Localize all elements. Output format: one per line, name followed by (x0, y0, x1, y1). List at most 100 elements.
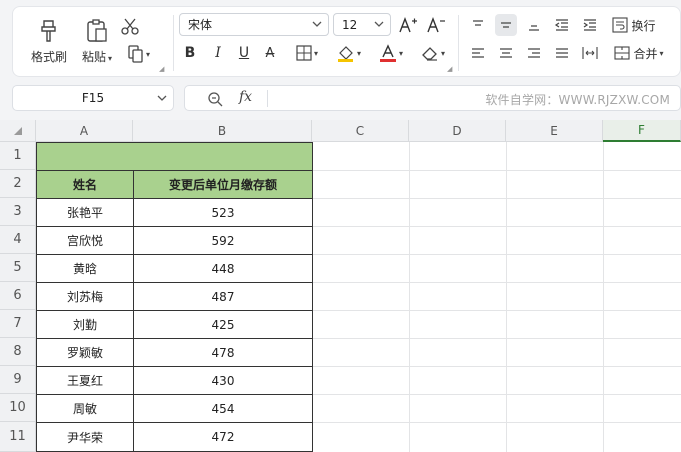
table-cell-name[interactable]: 罗颖敏 (36, 338, 134, 367)
table-cell-name[interactable]: 周敏 (36, 394, 134, 423)
row-header-10[interactable]: 10 (0, 394, 36, 422)
clear-format-button[interactable]: ▾ (415, 42, 451, 64)
row-header-2[interactable]: 2 (0, 170, 36, 198)
borders-button[interactable]: ▾ (289, 42, 325, 64)
row-header-8[interactable]: 8 (0, 338, 36, 366)
table-cell-name[interactable]: 王夏红 (36, 366, 134, 395)
decrease-indent-button[interactable] (551, 14, 573, 36)
increase-indent-button[interactable] (579, 14, 601, 36)
chevron-down-icon (312, 18, 322, 33)
chevron-down-icon (374, 18, 384, 33)
row-header-1[interactable]: 1 (0, 142, 36, 170)
underline-icon: U (238, 45, 250, 61)
zoom-function-icon[interactable] (207, 91, 223, 110)
align-left-button[interactable] (467, 42, 489, 64)
table-cell-amount[interactable]: 478 (133, 338, 313, 367)
cut-button[interactable] (119, 15, 141, 37)
merge-cells-button[interactable]: 合并 ▾ (609, 42, 669, 64)
align-bottom-button[interactable] (523, 14, 545, 36)
bold-button[interactable]: B (179, 42, 201, 64)
format-painter-icon (37, 18, 61, 44)
select-all-corner[interactable] (0, 120, 36, 142)
distribute-button[interactable] (579, 42, 601, 64)
paste-button[interactable]: 粘贴 ▾ (75, 13, 119, 69)
row-header-4[interactable]: 4 (0, 226, 36, 254)
column-header-f[interactable]: F (603, 120, 681, 142)
table-cell-amount[interactable]: 454 (133, 394, 313, 423)
table-cell-name[interactable]: 黄晗 (36, 254, 134, 283)
align-bottom-icon (526, 18, 542, 32)
spreadsheet-grid[interactable]: A B C D E F 1 2 3 4 5 6 7 8 9 10 11 姓名 变… (0, 120, 681, 452)
row-header-11[interactable]: 11 (0, 422, 36, 452)
row-header-9[interactable]: 9 (0, 366, 36, 394)
merge-cells-icon (614, 46, 631, 60)
font-name-value: 宋体 (188, 18, 213, 32)
format-painter-button[interactable]: 格式刷 (27, 13, 71, 69)
gridline (506, 142, 507, 452)
gridline (603, 142, 604, 452)
merged-title-cell[interactable] (36, 142, 313, 171)
strikethrough-button[interactable]: A (259, 42, 281, 64)
align-top-button[interactable] (467, 14, 489, 36)
wrap-text-button[interactable]: 换行 (609, 14, 659, 36)
increase-font-button[interactable] (397, 14, 419, 36)
table-cell-amount[interactable]: 425 (133, 310, 313, 339)
table-cell-amount[interactable]: 472 (133, 422, 313, 452)
scissors-icon (121, 17, 139, 35)
align-center-button[interactable] (495, 42, 517, 64)
clipboard-icon (85, 18, 109, 44)
table-cell-amount[interactable]: 430 (133, 366, 313, 395)
row-header-5[interactable]: 5 (0, 254, 36, 282)
font-group-expand-icon[interactable]: ◢ (447, 65, 452, 73)
strikethrough-icon: A (265, 45, 275, 61)
divider (458, 15, 459, 71)
font-size-select[interactable]: 12 (333, 13, 391, 36)
table-cell-amount[interactable]: 448 (133, 254, 313, 283)
fill-color-button[interactable]: ▾ (331, 42, 367, 64)
font-color-button[interactable]: ▾ (373, 42, 409, 64)
table-cell-name[interactable]: 宫欣悦 (36, 226, 134, 255)
name-box[interactable]: F15 (12, 85, 174, 111)
table-cell-name[interactable]: 张艳平 (36, 198, 134, 227)
format-painter-label: 格式刷 (30, 49, 67, 64)
column-header-d[interactable]: D (409, 120, 506, 142)
chevron-down-icon (157, 92, 167, 107)
align-middle-button[interactable] (495, 14, 517, 36)
column-header-a[interactable]: A (36, 120, 133, 142)
justify-button[interactable] (551, 42, 573, 64)
font-name-select[interactable]: 宋体 (179, 13, 329, 36)
align-right-button[interactable] (523, 42, 545, 64)
align-top-icon (470, 18, 486, 32)
row-header-6[interactable]: 6 (0, 282, 36, 310)
clipboard-group-expand-icon[interactable]: ◢ (159, 65, 164, 73)
row-header-3[interactable]: 3 (0, 198, 36, 226)
divider (173, 15, 174, 71)
table-cell-amount[interactable]: 523 (133, 198, 313, 227)
column-header-e[interactable]: E (506, 120, 603, 142)
insert-function-button[interactable]: fx (239, 89, 252, 105)
column-header-b[interactable]: B (133, 120, 312, 142)
paint-bucket-icon (337, 44, 355, 62)
align-right-icon (526, 46, 542, 60)
header-cell-amount[interactable]: 变更后单位月缴存额 (133, 170, 313, 199)
copy-button[interactable]: ▾ (121, 43, 157, 65)
table-cell-amount[interactable]: 487 (133, 282, 313, 311)
paste-label: 粘贴 ▾ (81, 49, 113, 64)
column-header-c[interactable]: C (312, 120, 409, 142)
header-cell-name[interactable]: 姓名 (36, 170, 134, 199)
indent-icon (582, 18, 598, 32)
formula-bar[interactable]: fx 软件自学网：WWW.RJZXW.COM (184, 85, 681, 111)
cell-reference: F15 (81, 91, 105, 105)
decrease-font-button[interactable] (425, 14, 447, 36)
divider (267, 90, 268, 107)
align-middle-icon (498, 18, 514, 32)
table-cell-name[interactable]: 尹华荣 (36, 422, 134, 452)
copy-icon (128, 45, 144, 63)
row-header-7[interactable]: 7 (0, 310, 36, 338)
underline-button[interactable]: U (233, 42, 255, 64)
table-cell-amount[interactable]: 592 (133, 226, 313, 255)
italic-button[interactable]: I (207, 42, 229, 64)
table-cell-name[interactable]: 刘勤 (36, 310, 134, 339)
bold-icon: B (184, 45, 196, 61)
table-cell-name[interactable]: 刘苏梅 (36, 282, 134, 311)
